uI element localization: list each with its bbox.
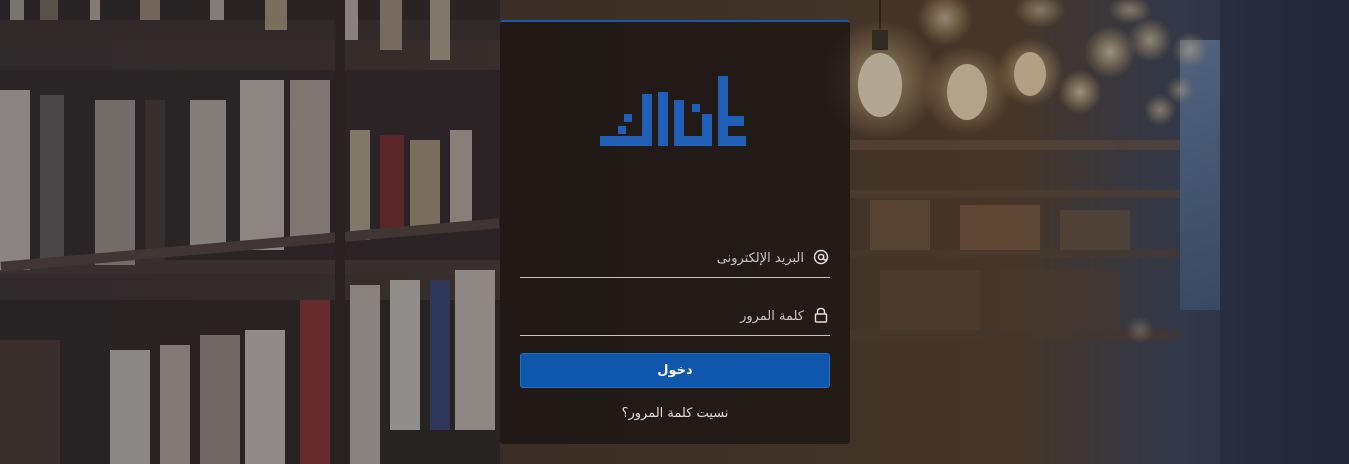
brand-logo-mark	[600, 76, 746, 146]
lock-icon	[812, 306, 830, 324]
email-input[interactable]	[534, 246, 804, 270]
login-button[interactable]: دخول	[520, 353, 830, 388]
brand-logo: كتابك	[596, 74, 748, 154]
at-icon	[812, 248, 830, 266]
email-field	[520, 240, 830, 278]
login-panel: كتابك دخول نسيت كلمة المرور؟	[500, 20, 850, 444]
password-input[interactable]	[534, 304, 804, 328]
password-field	[520, 298, 830, 336]
brand-name: كتابك	[748, 74, 749, 75]
forgot-password-link[interactable]: نسيت كلمة المرور؟	[500, 406, 850, 421]
